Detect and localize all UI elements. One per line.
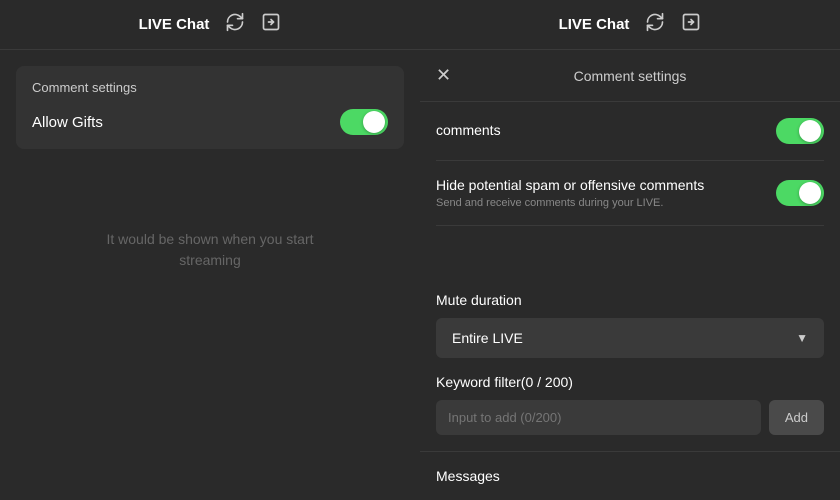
close-button[interactable]: ✕ [436,65,451,86]
settings-section: comments Hide potential spam or offensiv… [420,102,840,276]
comments-toggle-knob [799,120,821,142]
left-header: LIVE Chat [0,0,420,50]
mute-selected: Entire LIVE [452,330,523,346]
keyword-label: Keyword filter(0 / 200) [436,374,824,390]
hide-spam-toggle-knob [799,182,821,204]
export-icon-left[interactable] [261,12,281,37]
mute-dropdown[interactable]: Entire LIVE ▼ [436,318,824,358]
messages-label: Messages [436,468,824,484]
mute-section: Mute duration Entire LIVE ▼ [420,276,840,374]
hide-spam-title: Hide potential spam or offensive comment… [436,177,760,193]
right-panel: LIVE Chat ✕ Comment settings comments [420,0,840,500]
right-title: LIVE Chat [559,16,630,33]
dropdown-arrow-icon: ▼ [796,331,808,345]
export-icon-right[interactable] [681,12,701,37]
comment-settings-header: ✕ Comment settings [420,50,840,102]
keyword-input-row: Add [436,400,824,435]
allow-gifts-label: Allow Gifts [32,114,103,131]
allow-gifts-toggle[interactable] [340,109,388,135]
comments-setting-left: comments [436,122,776,140]
left-title: LIVE Chat [139,16,210,33]
right-header: LIVE Chat [420,0,840,50]
allow-gifts-row: Allow Gifts [32,109,388,135]
comment-settings-box: Comment settings Allow Gifts [16,66,404,149]
hide-spam-desc: Send and receive comments during your LI… [436,197,760,209]
hide-spam-toggle[interactable] [776,180,824,206]
comments-label: comments [436,122,760,138]
streaming-message: It would be shown when you start streami… [105,229,315,271]
messages-section: Messages [420,452,840,500]
left-panel: LIVE Chat Comment settings Allow Gifts I… [0,0,420,500]
toggle-knob [363,111,385,133]
mute-label: Mute duration [436,292,824,308]
refresh-icon-right[interactable] [645,12,665,37]
hide-spam-left: Hide potential spam or offensive comment… [436,177,776,209]
keyword-input[interactable] [436,400,761,435]
comment-settings-label: Comment settings [32,80,388,95]
refresh-icon-left[interactable] [225,12,245,37]
add-keyword-button[interactable]: Add [769,400,824,435]
comments-toggle[interactable] [776,118,824,144]
comment-settings-header-title: Comment settings [574,68,687,84]
hide-spam-setting: Hide potential spam or offensive comment… [436,161,824,226]
keyword-section: Keyword filter(0 / 200) Add [420,374,840,452]
comments-setting: comments [436,102,824,161]
